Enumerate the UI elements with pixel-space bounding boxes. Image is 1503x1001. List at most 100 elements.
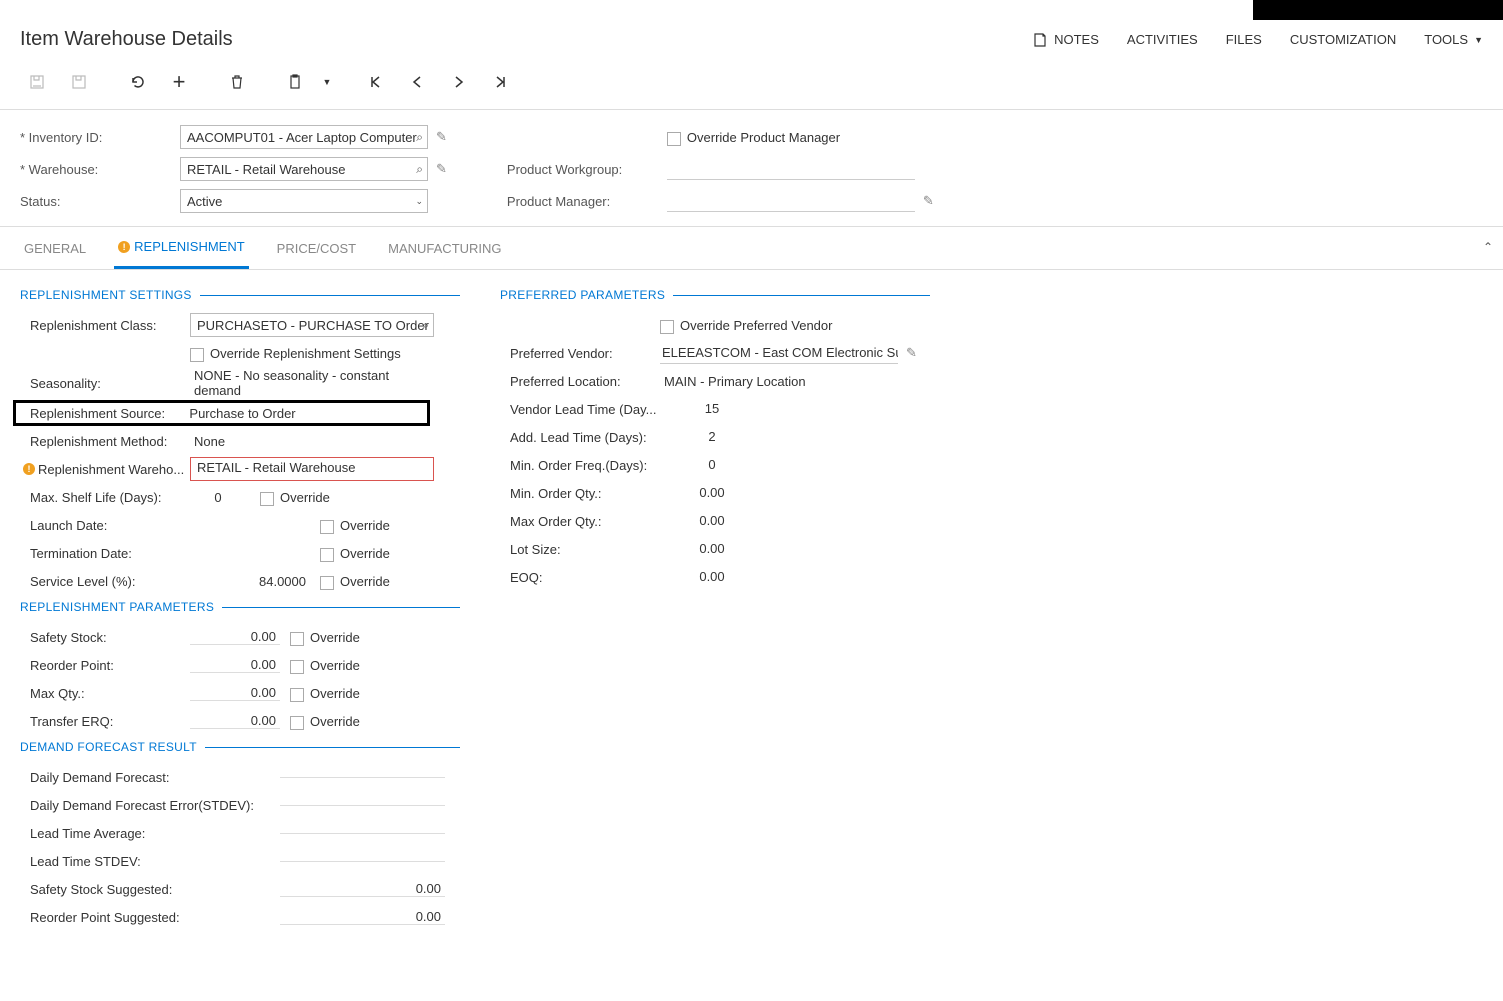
note-icon: [1032, 32, 1048, 48]
override-maxqty-label: Override: [310, 686, 360, 701]
tab-manufacturing[interactable]: MANUFACTURING: [384, 239, 505, 269]
mof-label: Min. Order Freq.(Days):: [500, 458, 660, 473]
delete-button[interactable]: [220, 67, 254, 97]
search-icon[interactable]: ⌕: [422, 318, 429, 333]
warehouse-field[interactable]: RETAIL - Retail Warehouse ⌕: [180, 157, 428, 181]
prev-icon: [409, 74, 425, 90]
tab-general[interactable]: GENERAL: [20, 239, 90, 269]
save-button: [62, 67, 96, 97]
clipboard-dd[interactable]: ▼: [320, 67, 334, 97]
transfer-erq-value: 0.00: [190, 713, 280, 729]
service-level-label: Service Level (%):: [20, 574, 190, 589]
override-launch-label: Override: [340, 518, 390, 533]
pencil-icon[interactable]: ✎: [923, 193, 934, 209]
override-repl-settings-checkbox[interactable]: [190, 348, 204, 362]
override-reorder-label: Override: [310, 658, 360, 673]
alt-value: 2: [660, 429, 760, 445]
status-field[interactable]: Active ⌄: [180, 189, 428, 213]
search-icon[interactable]: ⌕: [416, 162, 423, 177]
override-transfer-label: Override: [310, 714, 360, 729]
trash-icon: [229, 74, 245, 90]
override-launch-checkbox[interactable]: [320, 520, 334, 534]
product-manager-field[interactable]: [667, 190, 915, 212]
prev-button[interactable]: [400, 67, 434, 97]
undo-button[interactable]: [120, 67, 154, 97]
repl-class-label: Replenishment Class:: [20, 318, 190, 333]
safety-stock-label: Safety Stock:: [20, 630, 190, 645]
inventory-id-field[interactable]: AACOMPUT01 - Acer Laptop Computer ⌕: [180, 125, 428, 149]
clipboard-button[interactable]: [278, 67, 312, 97]
ddf-value: [280, 777, 445, 778]
section-repl-params-label: REPLENISHMENT PARAMETERS: [20, 600, 214, 614]
seasonality-label: Seasonality:: [20, 376, 190, 391]
last-icon: [493, 74, 509, 90]
section-demand-forecast-label: DEMAND FORECAST RESULT: [20, 740, 197, 754]
override-transfer-checkbox[interactable]: [290, 716, 304, 730]
first-icon: [367, 74, 383, 90]
repl-wh-label: Replenishment Wareho...: [38, 462, 190, 477]
override-service-label: Override: [340, 574, 390, 589]
save-close-icon: [29, 74, 45, 90]
left-column: REPLENISHMENT SETTINGS Replenishment Cla…: [20, 288, 460, 932]
collapse-caret[interactable]: ⌃: [1483, 240, 1493, 254]
ddfe-value: [280, 805, 445, 806]
notes-menu[interactable]: NOTES: [1032, 32, 1099, 48]
ddf-label: Daily Demand Forecast:: [20, 770, 280, 785]
inventory-id-label: Inventory ID:: [20, 130, 180, 145]
pencil-icon[interactable]: ✎: [436, 129, 447, 145]
next-button[interactable]: [442, 67, 476, 97]
tab-replenishment[interactable]: ! REPLENISHMENT: [114, 239, 249, 269]
maxoq-value: 0.00: [660, 513, 760, 529]
tools-label: TOOLS: [1424, 32, 1468, 47]
pencil-icon[interactable]: ✎: [436, 161, 447, 177]
override-reorder-checkbox[interactable]: [290, 660, 304, 674]
pencil-icon[interactable]: ✎: [906, 345, 917, 361]
mof-value: 0: [660, 457, 760, 473]
override-pm-label: Override Product Manager: [687, 130, 840, 145]
first-button[interactable]: [358, 67, 392, 97]
override-shelf-checkbox[interactable]: [260, 492, 274, 506]
override-pref-vendor-label: Override Preferred Vendor: [680, 318, 832, 333]
pref-vendor-value: ELEEASTCOM - East COM Electronic Supply: [660, 342, 898, 364]
search-icon[interactable]: ⌕: [416, 130, 423, 145]
reorder-point-label: Reorder Point:: [20, 658, 190, 673]
chevron-down-icon[interactable]: ⌄: [415, 196, 423, 207]
product-workgroup-field[interactable]: [667, 158, 915, 180]
section-repl-params: REPLENISHMENT PARAMETERS: [20, 600, 460, 614]
vlt-label: Vendor Lead Time (Day...: [500, 402, 660, 417]
section-pref-params: PREFERRED PARAMETERS: [500, 288, 930, 302]
maxoq-label: Max Order Qty.:: [500, 514, 660, 529]
tab-pricecost[interactable]: PRICE/COST: [273, 239, 360, 269]
clipboard-icon: [287, 74, 303, 90]
repl-wh-field[interactable]: RETAIL - Retail Warehouse: [190, 457, 434, 481]
override-service-checkbox[interactable]: [320, 576, 334, 590]
customization-menu[interactable]: CUSTOMIZATION: [1290, 32, 1396, 47]
form-header: ⌃ Inventory ID: AACOMPUT01 - Acer Laptop…: [0, 109, 1503, 227]
right-column: PREFERRED PARAMETERS Override Preferred …: [500, 288, 930, 932]
override-pm-checkbox[interactable]: [667, 132, 681, 146]
repl-class-field[interactable]: PURCHASETO - PURCHASE TO Order ⌕: [190, 313, 434, 337]
section-repl-settings: REPLENISHMENT SETTINGS: [20, 288, 460, 302]
moq-value: 0.00: [660, 485, 760, 501]
lta-label: Lead Time Average:: [20, 826, 280, 841]
repl-source-label: Replenishment Source:: [20, 406, 185, 421]
top-menu: NOTES ACTIVITIES FILES CUSTOMIZATION TOO…: [1032, 32, 1483, 48]
files-menu[interactable]: FILES: [1226, 32, 1262, 47]
last-button[interactable]: [484, 67, 518, 97]
section-demand-forecast: DEMAND FORECAST RESULT: [20, 740, 460, 754]
override-maxqty-checkbox[interactable]: [290, 688, 304, 702]
activities-menu[interactable]: ACTIVITIES: [1127, 32, 1198, 47]
tools-menu[interactable]: TOOLS ▼: [1424, 32, 1483, 47]
section-repl-settings-label: REPLENISHMENT SETTINGS: [20, 288, 192, 302]
max-qty-value: 0.00: [190, 685, 280, 701]
notes-label: NOTES: [1054, 32, 1099, 47]
override-term-checkbox[interactable]: [320, 548, 334, 562]
lts-value: [280, 861, 445, 862]
override-pref-vendor-checkbox[interactable]: [660, 320, 674, 334]
lts-label: Lead Time STDEV:: [20, 854, 280, 869]
add-button[interactable]: +: [162, 67, 196, 97]
override-safety-checkbox[interactable]: [290, 632, 304, 646]
next-icon: [451, 74, 467, 90]
product-workgroup-label: [507, 130, 667, 145]
rp-sugg-label: Reorder Point Suggested:: [20, 910, 280, 925]
